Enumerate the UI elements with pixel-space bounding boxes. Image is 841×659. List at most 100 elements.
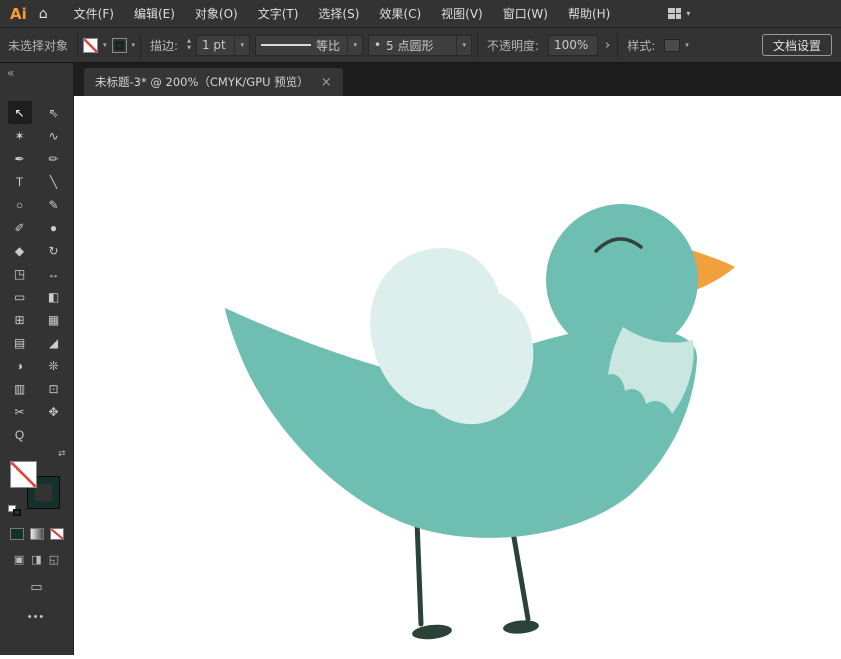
tool-grid: ↖ ⇖ ✶ ∿ ✒ ✏ T ╲ ○ ✎ ✐ ● ◆ ↻ ◳ ↔ ▭ ◧ ⊞ ▦ ▤ ◢ ◑ ❊ ▥ ⊡ ✂ ✥ Q bbox=[7, 101, 66, 446]
close-icon[interactable]: × bbox=[321, 75, 332, 90]
direct-selection-tool[interactable]: ⇖ bbox=[42, 101, 66, 124]
style-swatch[interactable] bbox=[664, 38, 681, 52]
artboard-tool[interactable]: ⊡ bbox=[42, 377, 66, 400]
blob-brush-tool[interactable]: ● bbox=[42, 216, 66, 239]
chevron-down-icon[interactable]: ▾ bbox=[347, 35, 357, 55]
menu-item-1[interactable]: 编辑(E) bbox=[124, 0, 185, 28]
magic-wand-tool[interactable]: ✶ bbox=[8, 124, 32, 147]
lasso-tool[interactable]: ∿ bbox=[42, 124, 66, 147]
menu-item-2[interactable]: 对象(O) bbox=[185, 0, 248, 28]
blend-tool-icon: ◑ bbox=[15, 358, 24, 373]
draw-inside-mode-button[interactable]: ◱ bbox=[49, 553, 59, 566]
opacity-value: 100% bbox=[554, 38, 589, 52]
width-tool-icon: ↔ bbox=[47, 266, 60, 281]
eraser-tool[interactable]: ◆ bbox=[8, 239, 32, 262]
free-transform-tool[interactable]: ▭ bbox=[8, 285, 32, 308]
swap-fill-stroke-icon[interactable]: ⇄ bbox=[58, 449, 66, 459]
draw-normal-mode-button[interactable]: ▣ bbox=[14, 553, 24, 566]
menu-item-6[interactable]: 视图(V) bbox=[431, 0, 493, 28]
menu-item-7[interactable]: 窗口(W) bbox=[493, 0, 558, 28]
symbol-sprayer-tool-icon: ❊ bbox=[48, 358, 59, 373]
bird-left-foot[interactable] bbox=[411, 623, 452, 641]
bird-left-leg[interactable] bbox=[414, 518, 424, 627]
scale-tool[interactable]: ◳ bbox=[8, 262, 32, 285]
draw-behind-mode-button[interactable]: ◨ bbox=[31, 553, 41, 566]
menu-item-4[interactable]: 选择(S) bbox=[308, 0, 369, 28]
eyedropper-tool[interactable]: ◢ bbox=[42, 331, 66, 354]
bird-illustration[interactable] bbox=[74, 96, 841, 655]
selection-status-label: 未选择对象 bbox=[8, 38, 69, 53]
brush-definition-dropdown[interactable]: • 5 点圆形 ▾ bbox=[367, 34, 472, 56]
separator bbox=[617, 33, 619, 57]
fill-color-swatch[interactable] bbox=[83, 37, 99, 53]
curvature-tool-icon: ✏ bbox=[48, 151, 59, 166]
opacity-field[interactable]: 100% bbox=[548, 34, 598, 56]
chevron-down-icon[interactable]: ▾ bbox=[103, 41, 107, 49]
stroke-weight-field[interactable]: 1 pt ▾ bbox=[195, 34, 250, 56]
mesh-tool-icon: ▦ bbox=[47, 312, 60, 327]
bird-right-foot[interactable] bbox=[503, 619, 540, 635]
shaper-tool[interactable]: ✐ bbox=[8, 216, 32, 239]
chevron-down-icon[interactable]: ▾ bbox=[456, 35, 466, 55]
artboard-tool-icon: ⊡ bbox=[48, 381, 59, 396]
chevron-down-icon[interactable]: ▾ bbox=[685, 41, 689, 49]
apply-gradient-button[interactable] bbox=[29, 528, 44, 540]
selection-tool-icon: ↖ bbox=[14, 105, 25, 120]
workspace-switcher[interactable]: ▾ bbox=[668, 8, 690, 19]
home-icon[interactable]: ⌂ bbox=[37, 6, 64, 22]
rotate-tool[interactable]: ↻ bbox=[42, 239, 66, 262]
apply-none-button[interactable] bbox=[49, 528, 64, 540]
paintbrush-tool[interactable]: ✎ bbox=[42, 193, 66, 216]
document-setup-button[interactable]: 文档设置 bbox=[761, 34, 832, 56]
hand-tool[interactable]: ✥ bbox=[42, 400, 66, 423]
gradient-tool[interactable]: ▤ bbox=[8, 331, 32, 354]
chevron-down-icon[interactable]: ▾ bbox=[234, 35, 244, 55]
ellipse-tool[interactable]: ○ bbox=[8, 193, 32, 216]
eyedropper-tool-icon: ◢ bbox=[48, 335, 59, 350]
more-tools-button[interactable]: ••• bbox=[28, 611, 46, 623]
tools-panel: ↖ ⇖ ✶ ∿ ✒ ✏ T ╲ ○ ✎ ✐ ● ◆ ↻ ◳ ↔ ▭ ◧ ⊞ ▦ ▤ ◢ ◑ ❊ ▥ ⊡ ✂ ✥ Q ⇄ ▣ ◨ ◱ ▭ ••… bbox=[0, 96, 74, 655]
slice-tool[interactable]: ✂ bbox=[8, 400, 32, 423]
curvature-tool[interactable]: ✏ bbox=[42, 147, 66, 170]
apply-style-row bbox=[9, 528, 64, 540]
blend-tool[interactable]: ◑ bbox=[8, 354, 32, 377]
fill-indicator[interactable] bbox=[9, 461, 37, 488]
toolbar-collapse-button[interactable]: « bbox=[0, 63, 74, 96]
default-fill-stroke-icon[interactable] bbox=[7, 505, 21, 516]
bird-right-leg[interactable] bbox=[509, 523, 531, 622]
width-tool[interactable]: ↔ bbox=[42, 262, 66, 285]
stroke-profile-preview bbox=[260, 44, 311, 46]
stepper-up-icon[interactable]: ▲ bbox=[187, 39, 191, 44]
stroke-color-swatch[interactable] bbox=[111, 37, 127, 53]
screen-mode-button[interactable]: ▭ bbox=[30, 579, 42, 595]
artboard-canvas[interactable] bbox=[74, 96, 841, 655]
width-profile-dropdown[interactable]: 等比 ▾ bbox=[254, 34, 363, 56]
paintbrush-tool-icon: ✎ bbox=[48, 197, 59, 212]
column-graph-tool[interactable]: ▥ bbox=[8, 377, 32, 400]
rotate-tool-icon: ↻ bbox=[48, 243, 59, 258]
free-transform-tool-icon: ▭ bbox=[13, 289, 26, 304]
menu-item-3[interactable]: 文字(T) bbox=[248, 0, 309, 28]
pen-tool[interactable]: ✒ bbox=[8, 147, 32, 170]
mesh-tool[interactable]: ▦ bbox=[42, 308, 66, 331]
menu-item-8[interactable]: 帮助(H) bbox=[558, 0, 620, 28]
symbol-sprayer-tool[interactable]: ❊ bbox=[42, 354, 66, 377]
shaper-tool-icon: ✐ bbox=[14, 220, 25, 235]
shape-builder-tool[interactable]: ◧ bbox=[42, 285, 66, 308]
zoom-tool[interactable]: Q bbox=[8, 423, 32, 446]
perspective-grid-tool[interactable]: ⊞ bbox=[8, 308, 32, 331]
type-tool[interactable]: T bbox=[8, 170, 32, 193]
stroke-weight-stepper[interactable]: ▲ ▼ bbox=[187, 39, 191, 51]
menu-item-5[interactable]: 效果(C) bbox=[369, 0, 431, 28]
apply-color-button[interactable] bbox=[9, 528, 24, 540]
gradient-tool-icon: ▤ bbox=[13, 335, 26, 350]
selection-tool[interactable]: ↖ bbox=[7, 101, 32, 124]
chevron-down-icon[interactable]: ▾ bbox=[132, 41, 136, 49]
opacity-panel-arrow-icon[interactable]: › bbox=[603, 38, 612, 53]
menu-item-0[interactable]: 文件(F) bbox=[64, 0, 124, 28]
stepper-down-icon[interactable]: ▼ bbox=[187, 46, 191, 51]
type-tool-icon: T bbox=[15, 174, 24, 189]
bird-legs[interactable] bbox=[411, 518, 540, 641]
document-tab[interactable]: 未标题-3* @ 200%（CMYK/GPU 预览） × bbox=[84, 68, 343, 96]
line-segment-tool[interactable]: ╲ bbox=[42, 170, 66, 193]
